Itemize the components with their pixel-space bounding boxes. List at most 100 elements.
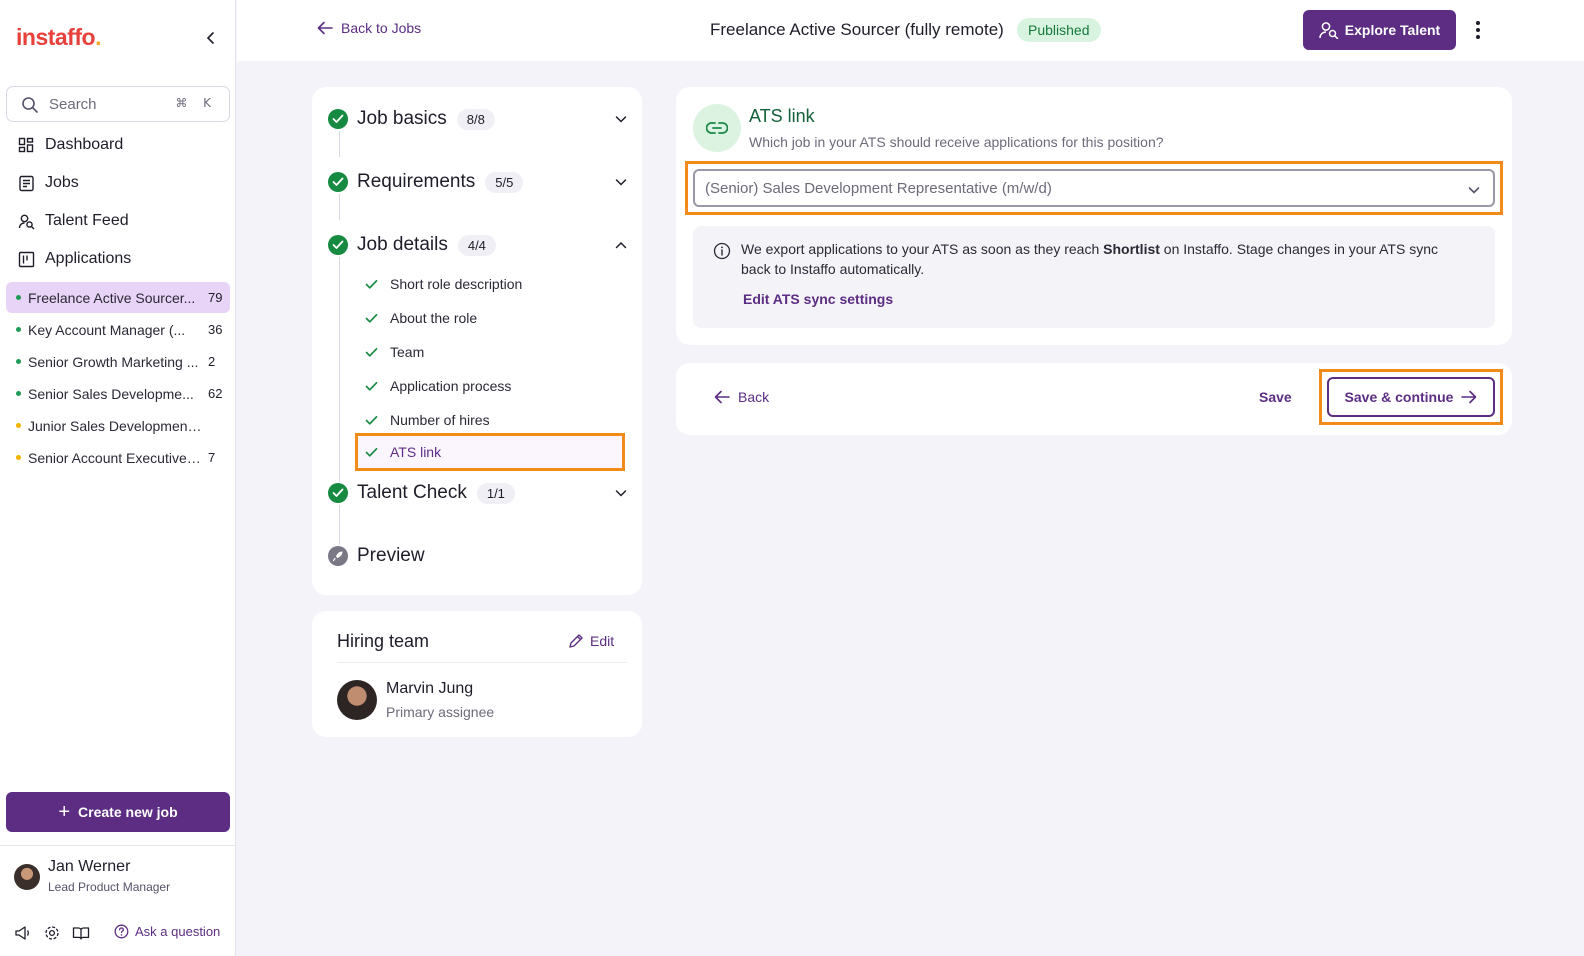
create-new-job-button[interactable]: + Create new job bbox=[6, 792, 230, 832]
arrow-left-icon bbox=[714, 390, 730, 404]
status-dot bbox=[16, 391, 21, 396]
ats-job-select[interactable]: (Senior) Sales Development Representativ… bbox=[693, 169, 1495, 207]
select-value: (Senior) Sales Development Representativ… bbox=[705, 180, 1052, 197]
ask-question-link[interactable]: Ask a question bbox=[114, 924, 220, 939]
job-item-count: 79 bbox=[208, 290, 223, 305]
save-and-continue-button[interactable]: Save & continue bbox=[1327, 377, 1495, 417]
job-item-title: Freelance Active Sourcer... bbox=[28, 289, 196, 306]
avatar bbox=[14, 864, 40, 890]
arrow-right-icon bbox=[1461, 390, 1477, 404]
arrow-left-icon bbox=[317, 21, 333, 35]
job-details-sub-item[interactable]: Short role description bbox=[357, 269, 627, 299]
user-search-icon bbox=[1319, 22, 1339, 39]
sidebar-job-item[interactable]: Senior Growth Marketing ... 2 bbox=[6, 346, 230, 377]
job-item-title: Junior Sales Development R... bbox=[28, 417, 202, 434]
sidebar-job-item[interactable]: Senior Account Executive ... 7 bbox=[6, 442, 230, 473]
edit-ats-sync-link[interactable]: Edit ATS sync settings bbox=[743, 291, 893, 307]
chevron-down-icon[interactable] bbox=[614, 486, 628, 500]
job-item-title: Senior Growth Marketing ... bbox=[28, 353, 199, 370]
link-icon bbox=[693, 104, 741, 152]
more-options-icon[interactable] bbox=[1468, 20, 1488, 40]
sidebar-divider bbox=[0, 845, 236, 846]
step-connector bbox=[339, 257, 340, 482]
step-job-basics[interactable]: Job basics 8/8 bbox=[328, 104, 628, 134]
step-talent-check[interactable]: Talent Check 1/1 bbox=[328, 478, 628, 508]
step-connector bbox=[339, 505, 340, 545]
sidebar-job-item[interactable]: Key Account Manager (... 36 bbox=[6, 314, 230, 345]
back-to-jobs-link[interactable]: Back to Jobs bbox=[317, 20, 421, 36]
dashboard-icon bbox=[18, 137, 34, 152]
job-details-sub-item[interactable]: Team bbox=[357, 337, 627, 367]
job-item-count: 2 bbox=[208, 354, 216, 369]
sidebar-job-item[interactable]: Freelance Active Sourcer... 79 bbox=[6, 282, 230, 313]
step-count: 4/4 bbox=[457, 234, 496, 256]
job-details-sub-item[interactable]: About the role bbox=[357, 303, 627, 333]
instaffo-logo[interactable]: instaffo. bbox=[16, 24, 101, 51]
job-item-count: 36 bbox=[208, 322, 223, 337]
hiring-team-title: Hiring team bbox=[337, 631, 430, 651]
user-name: Jan Werner bbox=[48, 858, 131, 875]
step-job-details[interactable]: Job details 4/4 bbox=[328, 230, 628, 260]
job-details-sub-item[interactable]: Number of hires bbox=[357, 405, 627, 435]
step-connector bbox=[339, 194, 340, 220]
nav-applications[interactable]: Applications bbox=[18, 246, 131, 272]
job-details-sub-item[interactable]: ATS link bbox=[355, 433, 625, 471]
search-placeholder: Search bbox=[49, 96, 97, 113]
check-circle-icon bbox=[328, 109, 348, 129]
rocket-icon bbox=[328, 546, 348, 566]
book-icon[interactable] bbox=[72, 925, 90, 941]
search-shortcut: ⌘ K bbox=[175, 96, 217, 110]
sidebar-job-item[interactable]: Senior Sales Developme... 62 bbox=[6, 378, 230, 409]
status-dot bbox=[16, 455, 21, 460]
chevron-down-icon[interactable] bbox=[614, 112, 628, 126]
step-requirements[interactable]: Requirements 5/5 bbox=[328, 167, 628, 197]
chevron-down-icon[interactable] bbox=[614, 175, 628, 189]
nav-talent-feed[interactable]: Talent Feed bbox=[18, 208, 129, 234]
edit-hiring-team-button[interactable]: Edit bbox=[568, 633, 614, 649]
step-count: 5/5 bbox=[485, 171, 524, 193]
avatar bbox=[337, 680, 377, 720]
collapse-sidebar-icon[interactable] bbox=[203, 30, 219, 46]
megaphone-icon[interactable] bbox=[14, 925, 32, 941]
job-item-count: 7 bbox=[208, 450, 216, 465]
plus-icon: + bbox=[58, 800, 71, 823]
ats-subtitle: Which job in your ATS should receive app… bbox=[749, 134, 1164, 150]
save-button[interactable]: Save bbox=[1259, 389, 1292, 405]
sidebar-footer-icons bbox=[14, 925, 90, 941]
step-preview[interactable]: Preview bbox=[328, 541, 628, 571]
info-icon bbox=[713, 242, 731, 260]
step-connector bbox=[339, 131, 340, 157]
check-icon bbox=[365, 381, 378, 391]
check-icon bbox=[365, 347, 378, 357]
chevron-down-icon bbox=[1468, 187, 1480, 194]
status-dot bbox=[16, 423, 21, 428]
applications-icon bbox=[18, 251, 35, 267]
status-badge: Published bbox=[1017, 18, 1101, 42]
search-icon bbox=[22, 97, 38, 113]
chevron-up-icon[interactable] bbox=[614, 238, 628, 252]
status-dot bbox=[16, 295, 21, 300]
explore-talent-button[interactable]: Explore Talent bbox=[1303, 10, 1456, 50]
step-count: 8/8 bbox=[456, 108, 495, 130]
ats-title: ATS link bbox=[749, 106, 815, 126]
assignee-name: Marvin Jung bbox=[386, 680, 474, 697]
page-title: Freelance Active Sourcer (fully remote) bbox=[710, 20, 1004, 39]
talent-feed-icon bbox=[18, 214, 35, 229]
nav-dashboard[interactable]: Dashboard bbox=[18, 132, 123, 158]
gear-icon[interactable] bbox=[44, 925, 60, 941]
user-role: Lead Product Manager bbox=[48, 880, 171, 894]
back-button[interactable]: Back bbox=[714, 389, 769, 405]
job-item-title: Key Account Manager (... bbox=[28, 321, 186, 338]
hiring-team-card: Hiring team Edit Marvin Jung Primary ass… bbox=[312, 611, 642, 737]
sidebar: instaffo. Search ⌘ K Dashboard Jobs Tale… bbox=[0, 0, 236, 956]
job-details-sub-item[interactable]: Application process bbox=[357, 371, 627, 401]
ats-info-text: We export applications to your ATS as so… bbox=[741, 241, 1438, 277]
sidebar-job-item[interactable]: Junior Sales Development R... bbox=[6, 410, 230, 441]
assignee-role: Primary assignee bbox=[386, 704, 495, 720]
job-item-title: Senior Sales Developme... bbox=[28, 385, 194, 402]
check-circle-icon bbox=[328, 483, 348, 503]
job-item-count: 62 bbox=[208, 386, 223, 401]
check-circle-icon bbox=[328, 235, 348, 255]
nav-jobs[interactable]: Jobs bbox=[18, 170, 79, 196]
search-input[interactable]: Search ⌘ K bbox=[6, 86, 230, 122]
